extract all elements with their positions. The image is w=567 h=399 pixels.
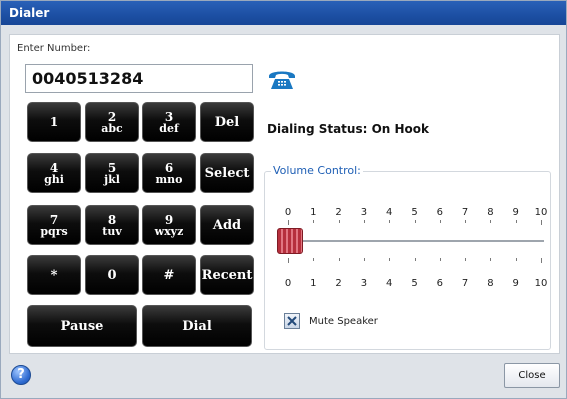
dial-button[interactable]: Dial xyxy=(142,305,252,347)
volume-tick-label-bottom: 7 xyxy=(461,278,469,289)
key-0[interactable]: 0 xyxy=(85,255,139,295)
key-star[interactable]: * xyxy=(27,255,81,295)
volume-tick-label-bottom: 5 xyxy=(411,278,418,289)
key-6-digit: 6 xyxy=(164,160,174,175)
key-7-letters: pqrs xyxy=(40,224,68,238)
volume-tick-mark xyxy=(440,258,441,261)
volume-slider-track[interactable] xyxy=(283,240,544,242)
volume-tick-mark xyxy=(490,220,491,223)
volume-tick-mark xyxy=(541,220,542,225)
volume-tick-label-top: 0 xyxy=(284,207,292,218)
volume-tick-label-bottom: 9 xyxy=(512,278,519,289)
key-4[interactable]: 4 ghi xyxy=(27,153,81,193)
volume-tick-mark xyxy=(339,258,340,261)
volume-tick-mark xyxy=(541,258,542,263)
volume-tick-mark xyxy=(339,220,340,223)
volume-tick-label-top: 9 xyxy=(512,207,519,218)
volume-control-legend: Volume Control: xyxy=(271,164,363,177)
key-8-digit: 8 xyxy=(107,212,117,227)
window-title: Dialer xyxy=(1,1,566,25)
volume-slider-thumb[interactable] xyxy=(277,228,303,254)
recent-button[interactable]: Recent xyxy=(200,255,254,295)
volume-tick-mark xyxy=(313,258,314,261)
volume-tick-mark xyxy=(440,220,441,223)
delete-button[interactable]: Del xyxy=(200,102,254,142)
checkbox-x-icon xyxy=(287,316,297,326)
key-2-digit: 2 xyxy=(107,109,117,124)
number-input[interactable] xyxy=(25,64,253,93)
volume-tick-mark xyxy=(465,258,466,261)
volume-tick-mark xyxy=(288,220,289,225)
key-6-letters: mno xyxy=(155,172,183,186)
volume-tick-mark xyxy=(415,258,416,261)
mute-speaker-checkbox[interactable] xyxy=(284,313,300,329)
volume-tick-label-bottom: 8 xyxy=(487,278,494,289)
select-button[interactable]: Select xyxy=(200,153,254,193)
key-4-letters: ghi xyxy=(44,172,64,186)
volume-tick-label-top: 5 xyxy=(411,207,418,218)
volume-tick-mark xyxy=(364,258,365,261)
key-4-digit: 4 xyxy=(49,160,59,175)
volume-tick-label-bottom: 0 xyxy=(284,278,292,289)
volume-tick-label-bottom: 1 xyxy=(310,278,317,289)
key-9-digit: 9 xyxy=(164,212,174,227)
key-5[interactable]: 5 jkl xyxy=(85,153,139,193)
volume-control-group xyxy=(264,171,551,350)
volume-tick-mark xyxy=(465,220,466,223)
key-9[interactable]: 9 wxyz xyxy=(142,205,196,245)
volume-tick-label-top: 1 xyxy=(310,207,317,218)
volume-tick-label-bottom: 3 xyxy=(360,278,368,289)
volume-tick-mark xyxy=(415,220,416,223)
volume-tick-label-top: 4 xyxy=(386,207,393,218)
volume-tick-label-top: 10 xyxy=(534,207,548,218)
key-2[interactable]: 2 abc xyxy=(85,102,139,142)
volume-tick-mark xyxy=(490,258,491,261)
mute-speaker-label: Mute Speaker xyxy=(309,316,378,327)
volume-tick-mark xyxy=(313,220,314,223)
key-8-letters: tuv xyxy=(102,224,122,238)
key-1[interactable]: 1 xyxy=(27,102,81,142)
key-9-letters: wxyz xyxy=(154,224,184,238)
volume-tick-label-top: 7 xyxy=(461,207,469,218)
enter-number-label: Enter Number: xyxy=(17,43,91,54)
volume-tick-label-bottom: 4 xyxy=(386,278,393,289)
key-3-digit: 3 xyxy=(164,109,174,124)
key-6[interactable]: 6 mno xyxy=(142,153,196,193)
dialer-window: Dialer Enter Number: 1 2abc 3def Del 4gh… xyxy=(0,0,567,399)
volume-tick-mark xyxy=(364,220,365,223)
pause-button[interactable]: Pause xyxy=(27,305,137,347)
volume-tick-label-top: 3 xyxy=(360,207,368,218)
key-5-digit: 5 xyxy=(107,160,117,175)
help-icon[interactable]: ? xyxy=(11,365,31,385)
phone-icon xyxy=(269,71,295,89)
volume-tick-label-top: 2 xyxy=(335,207,342,218)
key-7-digit: 7 xyxy=(49,212,59,227)
volume-tick-mark xyxy=(389,220,390,223)
key-1-digit: 1 xyxy=(49,115,59,129)
key-8[interactable]: 8 tuv xyxy=(85,205,139,245)
volume-tick-label-top: 8 xyxy=(487,207,494,218)
key-3[interactable]: 3 def xyxy=(142,102,196,142)
volume-tick-label-bottom: 2 xyxy=(335,278,342,289)
add-button[interactable]: Add xyxy=(200,205,254,245)
volume-tick-label-bottom: 10 xyxy=(534,278,548,289)
volume-tick-label-top: 6 xyxy=(436,207,443,218)
volume-tick-label-bottom: 6 xyxy=(436,278,443,289)
key-3-letters: def xyxy=(159,121,179,135)
key-7[interactable]: 7 pqrs xyxy=(27,205,81,245)
volume-tick-mark xyxy=(516,220,517,223)
key-hash[interactable]: # xyxy=(142,255,196,295)
dialing-status: Dialing Status: On Hook xyxy=(267,122,430,136)
key-5-letters: jkl xyxy=(104,172,120,186)
volume-tick-mark xyxy=(389,258,390,261)
key-2-letters: abc xyxy=(101,121,123,135)
close-button[interactable]: Close xyxy=(504,363,560,388)
volume-tick-mark xyxy=(288,258,289,263)
volume-tick-mark xyxy=(516,258,517,261)
